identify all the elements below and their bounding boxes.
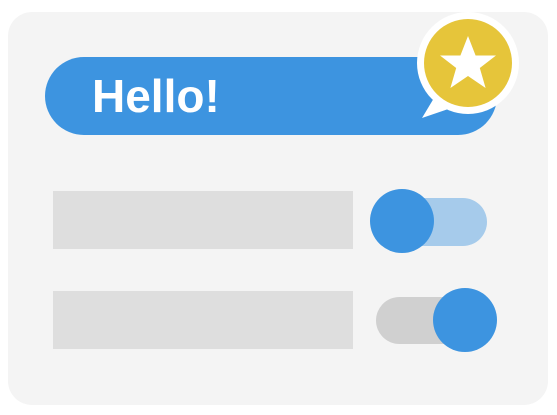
star-badge bbox=[417, 12, 519, 118]
setting-label-placeholder-1 bbox=[53, 191, 353, 249]
greeting-text: Hello! bbox=[92, 70, 220, 122]
toggle-1-knob[interactable] bbox=[370, 189, 434, 253]
setting-label-placeholder-2 bbox=[53, 291, 353, 349]
toggle-2-knob[interactable] bbox=[433, 288, 497, 352]
